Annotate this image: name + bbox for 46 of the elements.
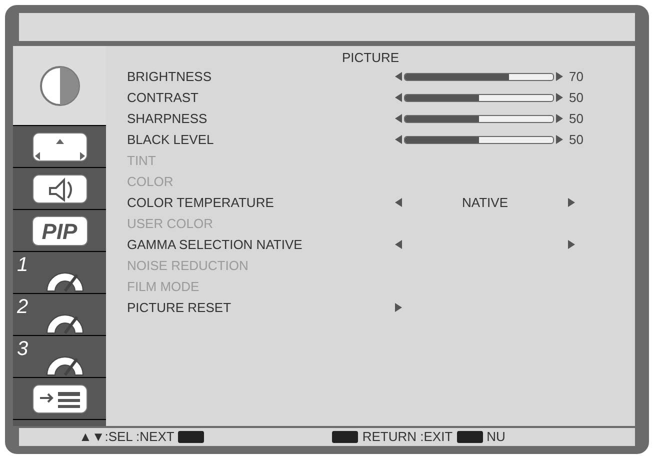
right-arrow-icon[interactable]	[556, 114, 563, 123]
right-arrow-icon[interactable]	[556, 72, 563, 81]
gauge-gear-icon	[46, 314, 84, 334]
value-reading: 50	[569, 88, 584, 107]
left-arrow-icon[interactable]	[395, 72, 402, 81]
value-reading: 50	[569, 130, 584, 149]
value-reading: 70	[569, 68, 584, 86]
key-hint: RETURN :EXIT	[362, 428, 453, 446]
slider-track[interactable]	[404, 114, 554, 122]
left-arrow-icon[interactable]	[395, 114, 402, 123]
menu-item-label[interactable]: COLOR TEMPERATURE	[106, 192, 395, 212]
remote-key-icon	[456, 431, 483, 443]
tab-number: 2	[17, 296, 28, 318]
menu-item-label[interactable]: PICTURE RESET	[106, 298, 395, 318]
right-arrow-icon[interactable]	[568, 240, 575, 249]
key-hint: ▲▼:SEL :NEXT	[79, 428, 174, 446]
right-arrow-icon[interactable]	[556, 135, 563, 144]
left-arrow-icon[interactable]	[395, 93, 402, 102]
left-arrow-icon[interactable]	[395, 240, 402, 249]
gauge-gear-icon	[46, 356, 84, 376]
remote-key-icon	[332, 431, 358, 443]
slider-track[interactable]	[404, 72, 554, 80]
remote-key-icon	[178, 431, 204, 443]
slider-track[interactable]	[404, 136, 554, 144]
value-reading: 50	[569, 110, 584, 128]
left-arrow-icon[interactable]	[395, 135, 402, 144]
menu-item-label[interactable]: BLACK LEVEL	[106, 130, 395, 150]
menu-title: PICTURE	[340, 49, 400, 66]
menu-item-label[interactable]: BRIGHTNESS	[106, 66, 395, 86]
option-value: NATIVE	[461, 194, 509, 212]
key-hint: NU	[486, 428, 506, 446]
left-arrow-icon[interactable]	[395, 198, 402, 207]
menu-item-label[interactable]: GAMMA SELECTION NATIVE	[106, 234, 395, 254]
tab-number: 1	[17, 254, 28, 276]
tab-number: 3	[17, 338, 28, 360]
menu-item-label[interactable]: SHARPNESS	[106, 108, 395, 128]
right-arrow-icon[interactable]	[568, 198, 575, 207]
right-arrow-icon[interactable]	[395, 303, 402, 312]
screen-adjust-icon	[32, 132, 88, 162]
menu-item-label[interactable]: CONTRAST	[106, 88, 395, 108]
gauge-gear-icon	[46, 272, 84, 292]
pip-icon: PIP	[32, 216, 88, 246]
slider-track[interactable]	[404, 94, 554, 102]
menu-list-icon	[32, 384, 88, 414]
right-arrow-icon[interactable]	[556, 93, 563, 102]
speaker-icon	[32, 174, 88, 204]
